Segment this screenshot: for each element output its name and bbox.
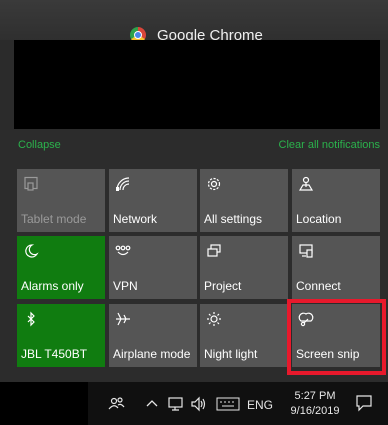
tile-airplane-mode[interactable]: Airplane mode <box>109 304 197 367</box>
night-light-icon <box>205 310 223 328</box>
chevron-up-icon[interactable] <box>144 396 160 412</box>
clear-all-notifications-link[interactable]: Clear all notifications <box>279 139 381 151</box>
tile-tablet-mode[interactable]: Tablet mode <box>17 169 105 232</box>
tile-label: Project <box>204 279 242 293</box>
tile-all-settings[interactable]: All settings <box>200 169 288 232</box>
tile-screen-snip[interactable]: Screen snip <box>292 304 380 367</box>
gear-icon <box>205 175 223 193</box>
tile-label: All settings <box>204 212 263 226</box>
volume-icon[interactable] <box>189 395 209 413</box>
tablet-mode-icon <box>22 175 40 193</box>
vpn-icon <box>114 242 132 260</box>
tile-label: Location <box>296 212 342 226</box>
taskbar-clock[interactable]: 5:27 PM 9/16/2019 <box>283 389 347 419</box>
tile-vpn[interactable]: VPN <box>109 236 197 299</box>
tile-label: Screen snip <box>296 347 360 361</box>
tile-label: Tablet mode <box>21 212 87 226</box>
airplane-icon <box>114 310 132 328</box>
project-icon <box>205 242 223 260</box>
moon-icon <box>22 242 40 260</box>
network-icon <box>114 175 132 193</box>
tile-night-light[interactable]: Night light <box>200 304 288 367</box>
network-status-icon[interactable] <box>166 395 186 413</box>
tile-project[interactable]: Project <box>200 236 288 299</box>
bluetooth-icon <box>22 310 40 328</box>
connect-icon <box>297 242 315 260</box>
people-icon[interactable] <box>106 393 128 415</box>
tile-label: Network <box>113 212 158 226</box>
screen-snip-icon <box>297 310 315 328</box>
tile-network[interactable]: Network <box>109 169 197 232</box>
tile-alarms-only[interactable]: Alarms only <box>17 236 105 299</box>
keyboard-icon[interactable] <box>215 395 241 413</box>
clock-time: 5:27 PM <box>294 390 336 402</box>
action-center-icon[interactable] <box>353 392 375 414</box>
tile-label: Airplane mode <box>113 347 191 361</box>
tile-label: JBL T450BT <box>21 347 88 361</box>
tile-label: VPN <box>113 279 138 293</box>
clock-date: 9/16/2019 <box>290 405 340 417</box>
collapse-link[interactable]: Collapse <box>18 139 61 151</box>
tile-label: Connect <box>296 279 341 293</box>
language-indicator[interactable]: ENG <box>247 396 273 414</box>
location-icon <box>297 175 315 193</box>
tile-label: Alarms only <box>21 279 84 293</box>
taskbar-redacted-area <box>0 382 88 425</box>
tile-bluetooth-device[interactable]: JBL T450BT <box>17 304 105 367</box>
tile-location[interactable]: Location <box>292 169 380 232</box>
notification-content-redacted <box>14 40 380 129</box>
tile-label: Night light <box>204 347 258 361</box>
tile-connect[interactable]: Connect <box>292 236 380 299</box>
